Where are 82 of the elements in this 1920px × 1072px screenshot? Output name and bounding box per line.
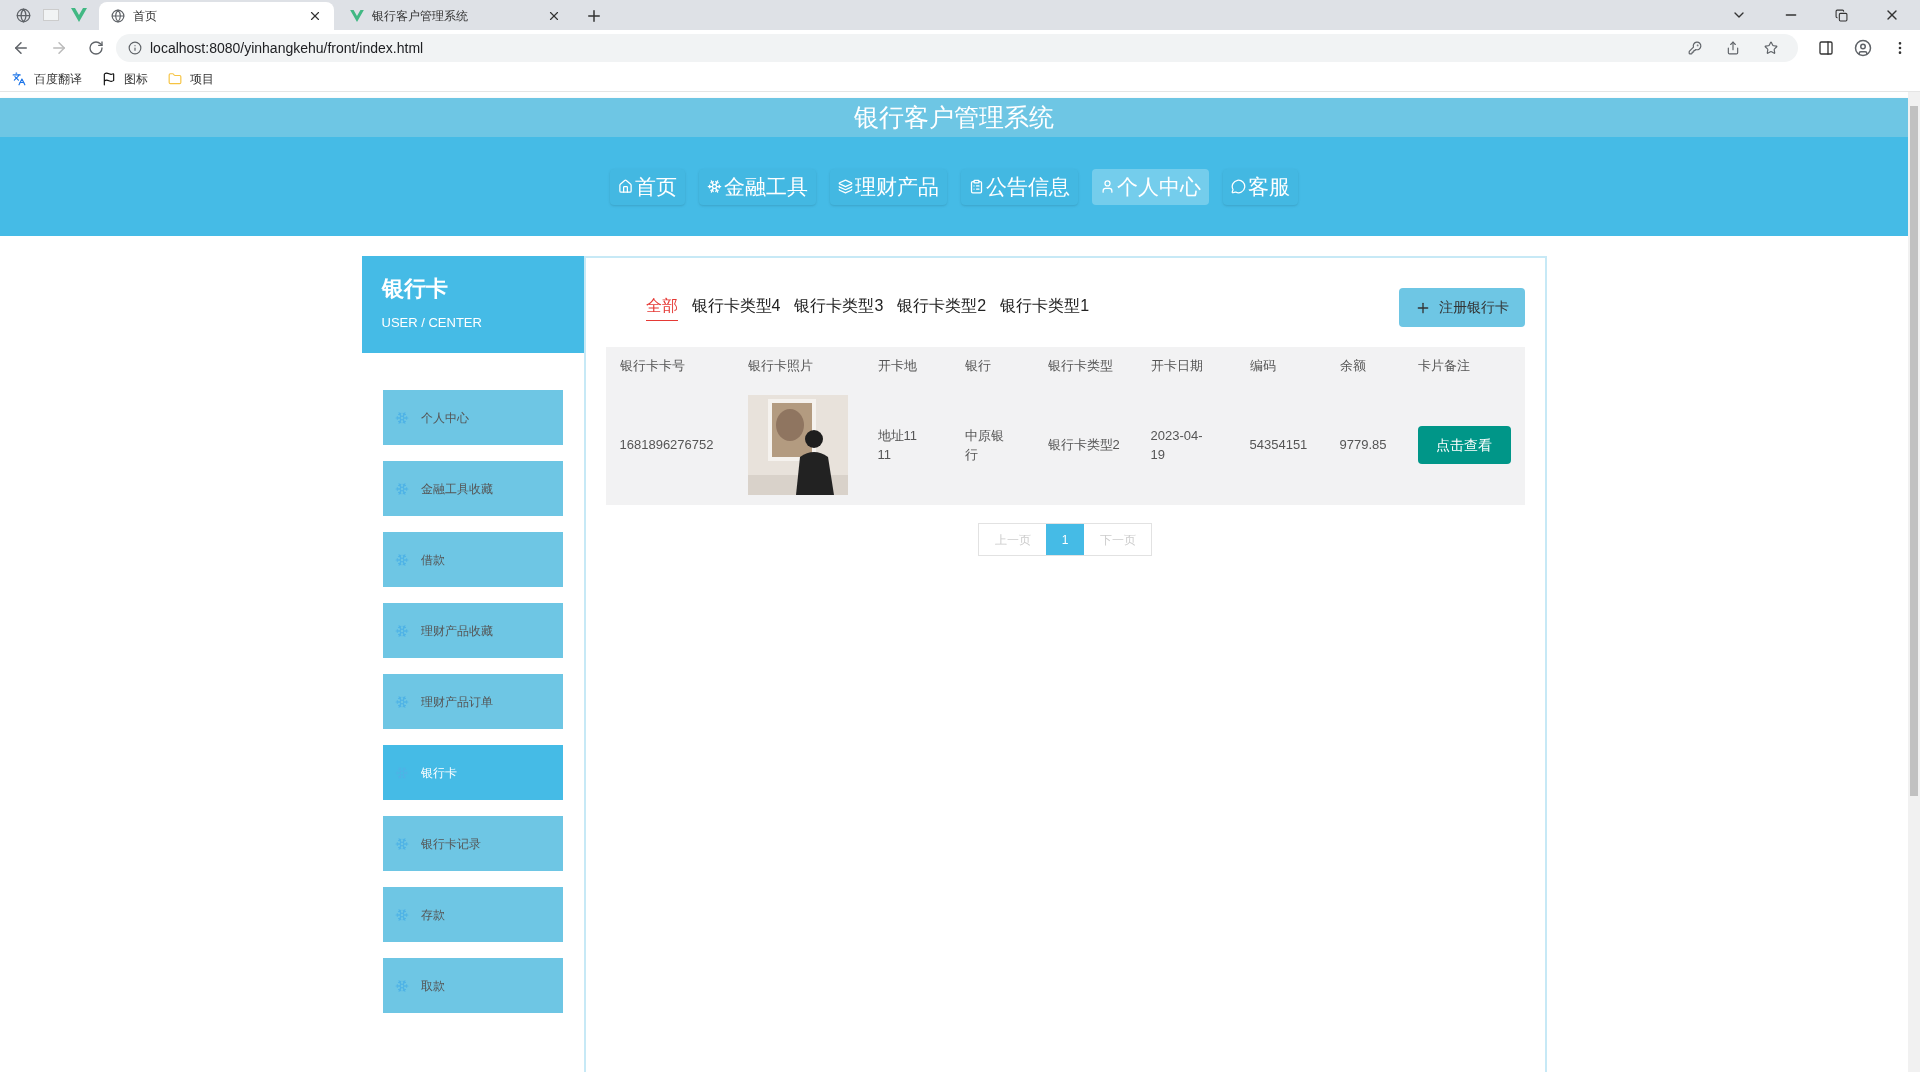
- star-icon[interactable]: [1764, 41, 1778, 55]
- category-tab[interactable]: 银行卡类型3: [794, 294, 884, 321]
- sidebar-item[interactable]: 银行卡: [382, 745, 563, 800]
- column-header: 卡片备注: [1417, 357, 1471, 376]
- nav-item[interactable]: 首页: [610, 168, 685, 205]
- chat-icon: [1231, 179, 1246, 194]
- globe-icon[interactable]: [16, 7, 31, 23]
- table-cell-text: 1681896276752: [619, 436, 715, 455]
- flag-icon: [102, 71, 116, 86]
- column-header: 银行卡类型: [1047, 357, 1114, 376]
- sidebar-item[interactable]: 借款: [382, 532, 563, 587]
- sidebar-item[interactable]: 理财产品订单: [382, 674, 563, 729]
- close-icon[interactable]: [547, 9, 561, 23]
- sidebar-item[interactable]: 取款: [382, 958, 563, 1013]
- category-tab[interactable]: 银行卡类型2: [897, 294, 987, 321]
- register-card-button[interactable]: 注册银行卡: [1398, 288, 1525, 327]
- snowflake-icon: [394, 907, 409, 922]
- snowflake-icon: [707, 179, 722, 194]
- bookmark[interactable]: 项目: [168, 69, 214, 88]
- tab-title: 银行客户管理系统: [372, 8, 469, 25]
- column-header: 银行卡卡号: [619, 357, 686, 376]
- clipboard-icon: [969, 179, 984, 194]
- close-icon[interactable]: [308, 9, 322, 23]
- view-button[interactable]: 点击查看: [1417, 426, 1511, 464]
- snowflake-icon: [394, 623, 409, 638]
- site-title: 银行客户管理系统: [854, 101, 1054, 133]
- column-header: 开卡日期: [1150, 357, 1204, 376]
- nav-item[interactable]: 公告信息: [961, 168, 1078, 205]
- snowflake-icon: [394, 481, 409, 496]
- sidebar-item[interactable]: 金融工具收藏: [382, 461, 563, 516]
- translate-icon: [12, 71, 26, 86]
- nav-item[interactable]: 金融工具: [699, 168, 816, 205]
- browser-tab[interactable]: 首页: [99, 2, 334, 30]
- globe-icon: [111, 9, 125, 23]
- snowflake-icon: [394, 836, 409, 851]
- category-tab[interactable]: 银行卡类型1: [1000, 294, 1090, 321]
- table-cell-text: 9779.85: [1339, 436, 1388, 455]
- back-icon[interactable]: [12, 39, 30, 57]
- column-header: 银行卡照片: [747, 357, 814, 376]
- scrollbar[interactable]: [1908, 92, 1920, 1072]
- snowflake-icon: [394, 552, 409, 567]
- url-text: localhost:8080/yinhangkehu/front/index.html: [150, 38, 425, 58]
- restore-icon[interactable]: [1835, 8, 1848, 22]
- snowflake-icon: [394, 694, 409, 709]
- category-tab[interactable]: 银行卡类型4: [691, 294, 781, 321]
- sidebar-item[interactable]: 存款: [382, 887, 563, 942]
- nav-item[interactable]: 理财产品: [830, 168, 947, 205]
- page-button[interactable]: 1: [1046, 524, 1084, 555]
- house-icon: [618, 179, 633, 194]
- address-bar[interactable]: localhost:8080/yinhangkehu/front/index.html: [116, 34, 1798, 62]
- column-header: 余额: [1339, 357, 1367, 376]
- snowflake-icon: [394, 410, 409, 425]
- column-header: 编码: [1249, 357, 1277, 376]
- table-cell-text: 地址1111: [877, 426, 918, 464]
- column-header: 银行: [964, 357, 992, 376]
- profile-icon[interactable]: [1854, 39, 1872, 57]
- sidebar-subtitle: USER / CENTER: [381, 314, 483, 332]
- table-cell-text: 中原银行: [964, 426, 1005, 464]
- category-tab[interactable]: 全部: [645, 294, 678, 321]
- column-header: 开卡地: [877, 357, 918, 376]
- sidebar-item[interactable]: 个人中心: [382, 390, 563, 445]
- folder-icon: [168, 71, 182, 86]
- sidebar-item[interactable]: 银行卡记录: [382, 816, 563, 871]
- share-icon[interactable]: [1726, 41, 1740, 55]
- table-cell-text: 银行卡类型2: [1047, 436, 1121, 455]
- layers-icon: [838, 179, 853, 194]
- table-cell-text: 2023-04-19: [1150, 426, 1204, 464]
- new-tab-icon[interactable]: [585, 7, 603, 25]
- sidebar-title: 银行卡: [381, 275, 449, 303]
- nav-item[interactable]: 客服: [1223, 168, 1298, 205]
- user-icon: [1100, 179, 1115, 194]
- snowflake-icon: [394, 978, 409, 993]
- bookmark[interactable]: 百度翻译: [12, 69, 82, 88]
- reload-icon[interactable]: [88, 40, 104, 56]
- sidebar-item[interactable]: 理财产品收藏: [382, 603, 563, 658]
- info-icon: [128, 41, 142, 55]
- table-cell-text: 54354151: [1249, 436, 1309, 455]
- bookmark[interactable]: 图标: [102, 69, 148, 88]
- key-icon[interactable]: [1688, 41, 1702, 55]
- tab-title: 首页: [133, 8, 158, 25]
- side-panel-icon[interactable]: [1818, 40, 1834, 56]
- v-logo-icon: [350, 10, 364, 22]
